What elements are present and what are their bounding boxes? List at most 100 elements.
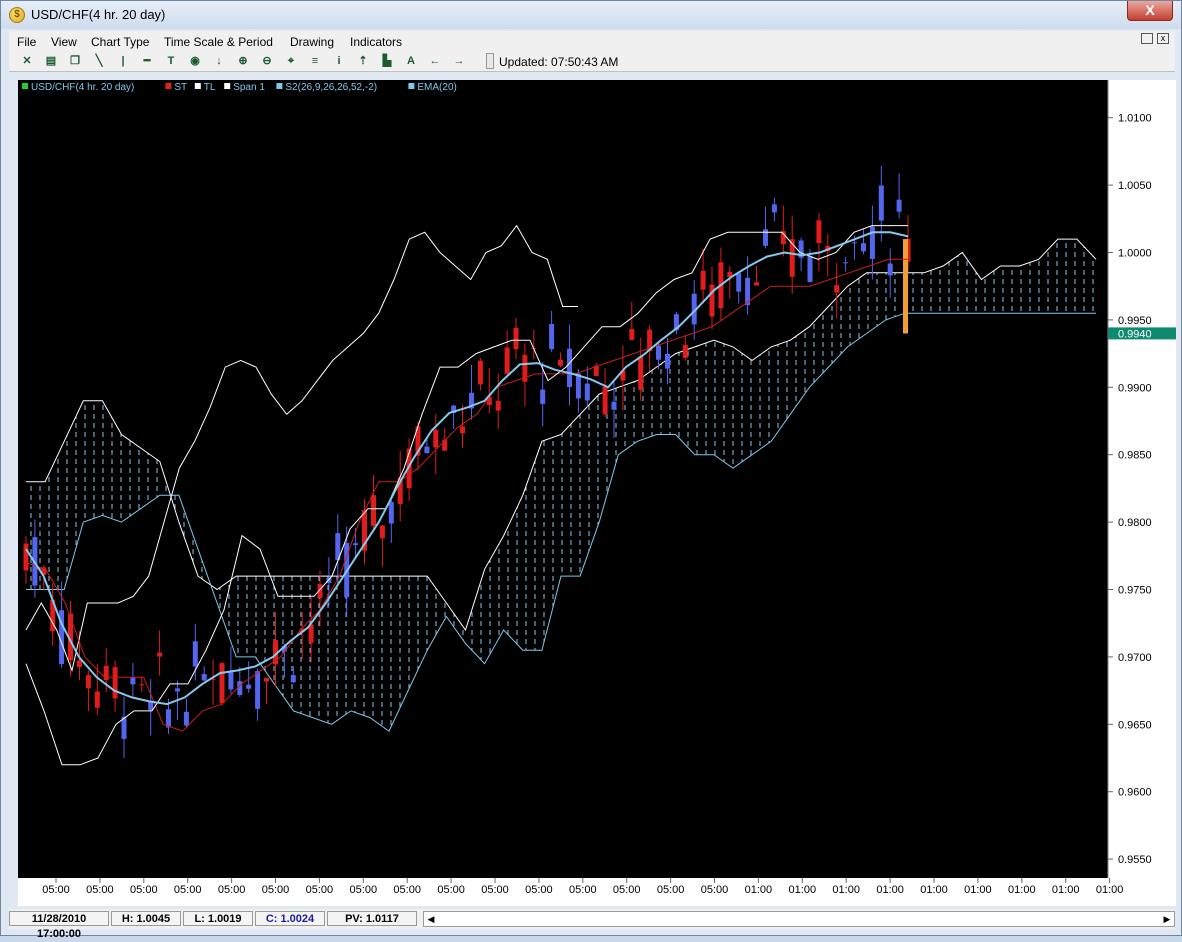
window-title: USD/CHF(4 hr. 20 day) (31, 7, 166, 22)
menu-indicators[interactable]: Indicators (350, 35, 402, 49)
x-tick-label: 05:00 (657, 884, 685, 896)
x-tick-label: 05:00 (218, 884, 246, 896)
candle-body (477, 360, 483, 385)
status-date: 11/28/2010 17:00:00 (9, 911, 109, 940)
candle-body (94, 691, 100, 708)
down-arrow-icon[interactable]: ↓ (211, 54, 227, 68)
menu-bar: File View Chart Type Time Scale & Period… (9, 31, 1175, 51)
candle-body (201, 674, 207, 681)
candle-body (148, 701, 154, 711)
candle-body (388, 502, 394, 524)
candle-body (771, 204, 777, 213)
candle-body (23, 543, 29, 571)
x-tick-label: 05:00 (42, 884, 70, 896)
mdi-close-button[interactable]: x (1157, 33, 1169, 44)
current-price-label: 0.9940 (1118, 328, 1152, 340)
status-pv: PV: 1.0117 (327, 911, 417, 926)
fibonacci-icon[interactable]: ≡ (307, 54, 323, 68)
x-tick-label: 05:00 (569, 884, 597, 896)
chart-area[interactable]: 1.0100 1.0050 1.0000 0.9950 0.9900 0.9850 0.98… (18, 80, 1176, 906)
title-bar[interactable]: $ USD/CHF(4 hr. 20 day) X (1, 1, 1181, 29)
menu-drawing[interactable]: Drawing (290, 35, 334, 49)
candle-body (255, 671, 261, 709)
legend-label: EMA(20) (417, 82, 456, 93)
copy-icon[interactable]: ❐ (67, 54, 83, 68)
candle-body (700, 270, 706, 290)
candle-body (567, 348, 572, 387)
horizontal-scrollbar[interactable]: ◀ ▶ (423, 911, 1175, 927)
candle-body (611, 401, 617, 410)
x-tick-label: 01:00 (745, 884, 773, 896)
candle-body (878, 185, 884, 221)
x-tick-label: 05:00 (306, 884, 334, 896)
y-tick-label: 0.9950 (1118, 315, 1152, 327)
candle-body (175, 688, 180, 692)
circle-icon[interactable]: ◉ (187, 54, 203, 68)
candle-body (103, 665, 109, 680)
candle-body (852, 242, 857, 244)
candle-body (228, 671, 234, 690)
candle-body (353, 543, 359, 546)
x-tick-label: 01:00 (1052, 884, 1080, 896)
menu-time-scale-period[interactable]: Time Scale & Period (164, 35, 273, 49)
y-tick-label: 0.9850 (1118, 450, 1152, 462)
candle-body (682, 344, 688, 358)
left-arrow-icon[interactable]: ← (427, 54, 443, 68)
x-tick-label: 01:00 (1008, 884, 1036, 896)
candle-body (139, 684, 145, 686)
candle-body (246, 684, 252, 689)
y-tick-label: 0.9900 (1118, 382, 1152, 394)
candle-body (549, 324, 555, 350)
right-arrow-icon[interactable]: → (451, 54, 467, 68)
app-logo-icon: $ (9, 7, 25, 23)
toolbar-separator (486, 53, 494, 69)
x-tick-label: 05:00 (437, 884, 465, 896)
candle-body (665, 354, 670, 369)
candle-body (112, 667, 118, 699)
ichimoku-chart[interactable]: 1.0100 1.0050 1.0000 0.9950 0.9900 0.9850 0.98… (18, 80, 1176, 906)
candle-body (789, 239, 795, 277)
zoom-out-icon[interactable]: ⊖ (259, 54, 275, 68)
legend-swatch (165, 83, 172, 89)
candle-body (763, 229, 768, 246)
y-tick-label: 1.0000 (1118, 248, 1152, 260)
legend-label: S2(26,9,26,26,52,-2) (285, 82, 377, 93)
y-tick-label: 0.9600 (1118, 787, 1152, 799)
arrow-up-icon[interactable]: ⇡ (355, 54, 371, 68)
candle-body (166, 709, 171, 728)
y-tick-label: 1.0100 (1118, 113, 1152, 125)
status-high: H: 1.0045 (111, 911, 181, 926)
menu-file[interactable]: File (17, 35, 36, 49)
candle-body (495, 400, 501, 411)
text-icon[interactable]: T (163, 54, 179, 68)
x-tick-label: 01:00 (832, 884, 860, 896)
crosshair-icon[interactable]: ⌖ (283, 54, 299, 68)
close-window-button[interactable]: X (1127, 1, 1173, 21)
letter-a-icon[interactable]: A (403, 54, 419, 68)
print-icon[interactable]: ▤ (43, 54, 59, 68)
info-icon[interactable]: i (331, 54, 347, 68)
candle-body (584, 383, 590, 401)
horizontal-line-icon[interactable]: ━ (139, 54, 155, 68)
legend-swatch (22, 83, 28, 89)
candle-body (629, 328, 635, 340)
candle-body (513, 327, 519, 350)
vertical-line-icon[interactable]: | (115, 54, 131, 68)
scroll-left-icon[interactable]: ◀ (424, 912, 438, 926)
mdi-restore-button[interactable] (1141, 33, 1153, 44)
trendline-icon[interactable]: ╲ (91, 54, 107, 68)
bar-chart-icon[interactable]: ▙ (379, 54, 395, 68)
x-tick-label: 01:00 (920, 884, 948, 896)
scroll-right-icon[interactable]: ▶ (1160, 912, 1174, 926)
y-tick-label: 0.9700 (1118, 652, 1152, 664)
zoom-in-icon[interactable]: ⊕ (235, 54, 251, 68)
candle-body (379, 525, 385, 539)
menu-view[interactable]: View (51, 35, 77, 49)
menu-chart-type[interactable]: Chart Type (91, 35, 149, 49)
cursor-icon[interactable]: ✕ (19, 54, 35, 68)
candle-body (807, 256, 813, 283)
x-tick-label: 05:00 (174, 884, 202, 896)
y-tick-label: 0.9650 (1118, 719, 1152, 731)
candle-body (558, 359, 563, 366)
y-tick-label: 0.9750 (1118, 585, 1152, 597)
